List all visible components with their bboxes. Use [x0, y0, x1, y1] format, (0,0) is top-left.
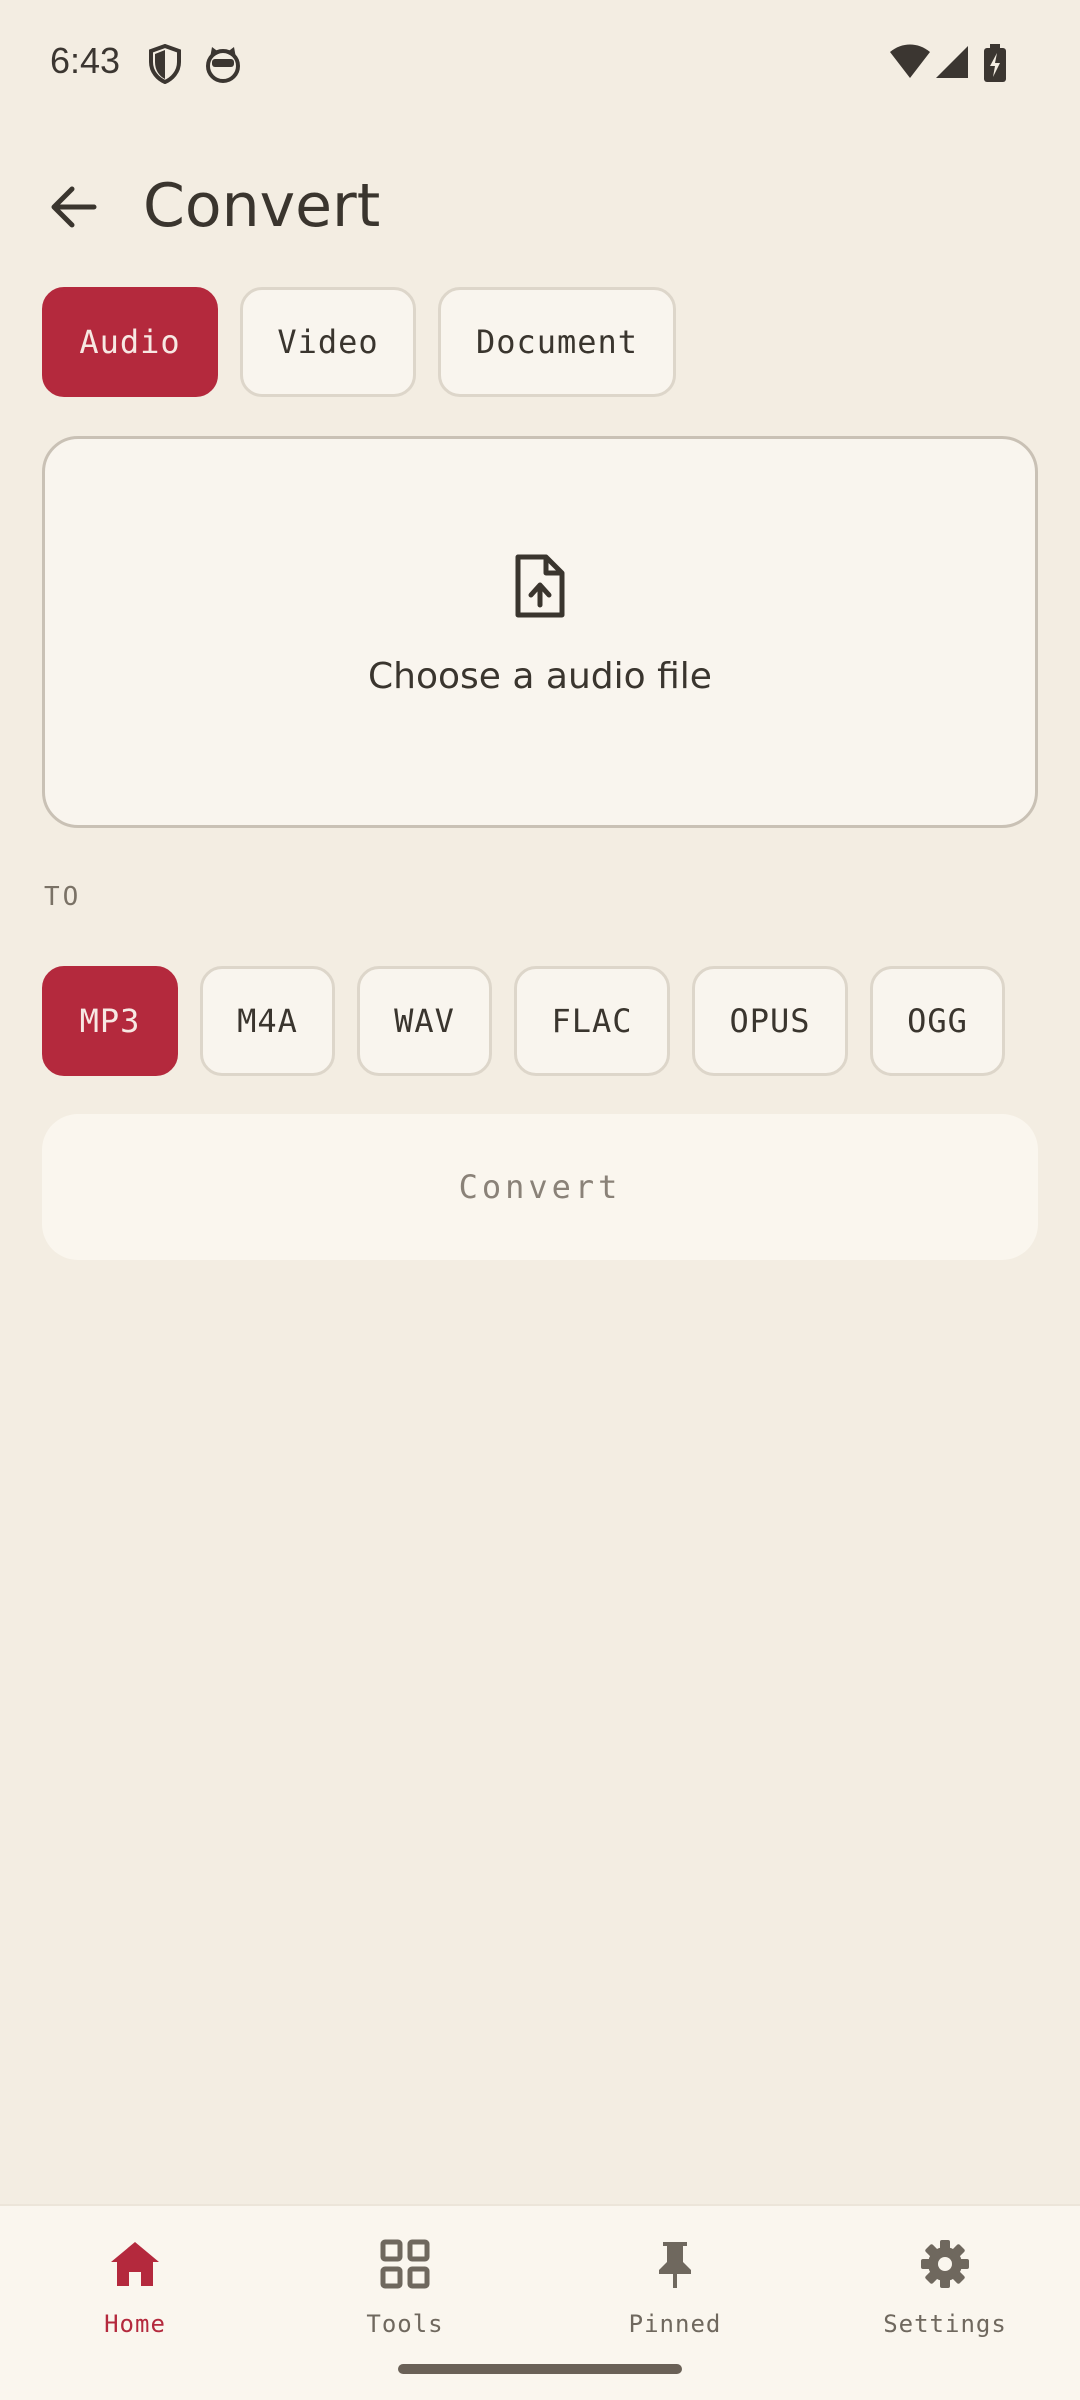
nav-item-home[interactable]: Home [0, 2206, 270, 2400]
wifi-icon [890, 44, 930, 78]
file-picker[interactable] [42, 436, 1038, 828]
status-time: 6:43 [50, 40, 121, 81]
chip-video[interactable]: Video [240, 287, 416, 397]
chip-opus[interactable]: OPUS [692, 966, 848, 1076]
home-indicator[interactable] [398, 2364, 682, 2374]
chip-audio[interactable]: Audio [42, 287, 218, 397]
target-format-chips: MP3 M4A WAV FLAC OPUS OGG [42, 966, 1005, 1076]
battery-charging-icon [984, 44, 1006, 82]
gear-icon [921, 2240, 969, 2288]
back-button[interactable] [36, 170, 110, 244]
cat-face-icon [206, 47, 240, 83]
home-icon [111, 2242, 159, 2286]
target-format-label: TO [44, 882, 82, 912]
convert-button[interactable]: Convert [42, 1114, 1038, 1260]
shield-icon [149, 44, 181, 84]
file-upload-icon [515, 554, 565, 618]
nav-label-home: Home [104, 2310, 166, 2338]
status-bar: 6:43 [0, 0, 1080, 130]
chip-wav[interactable]: WAV [357, 966, 492, 1076]
pin-icon [659, 2242, 691, 2288]
arrow-back-icon [51, 186, 97, 228]
signal-icon [936, 46, 968, 78]
nav-label-settings: Settings [883, 2310, 1007, 2338]
app-bar: Convert [0, 150, 1080, 262]
nav-item-settings[interactable]: Settings [810, 2206, 1080, 2400]
source-type-chips: Audio Video Document [42, 287, 698, 397]
chip-m4a[interactable]: M4A [200, 966, 335, 1076]
chip-document[interactable]: Document [438, 287, 676, 397]
chip-mp3[interactable]: MP3 [42, 966, 178, 1076]
grid-icon [380, 2239, 430, 2289]
chip-ogg[interactable]: OGG [870, 966, 1005, 1076]
nav-label-tools: Tools [366, 2310, 444, 2338]
nav-label-pinned: Pinned [628, 2310, 722, 2338]
file-picker-label: Choose a audio file [368, 656, 712, 697]
page-title: Convert [143, 171, 381, 241]
chip-flac[interactable]: FLAC [514, 966, 670, 1076]
